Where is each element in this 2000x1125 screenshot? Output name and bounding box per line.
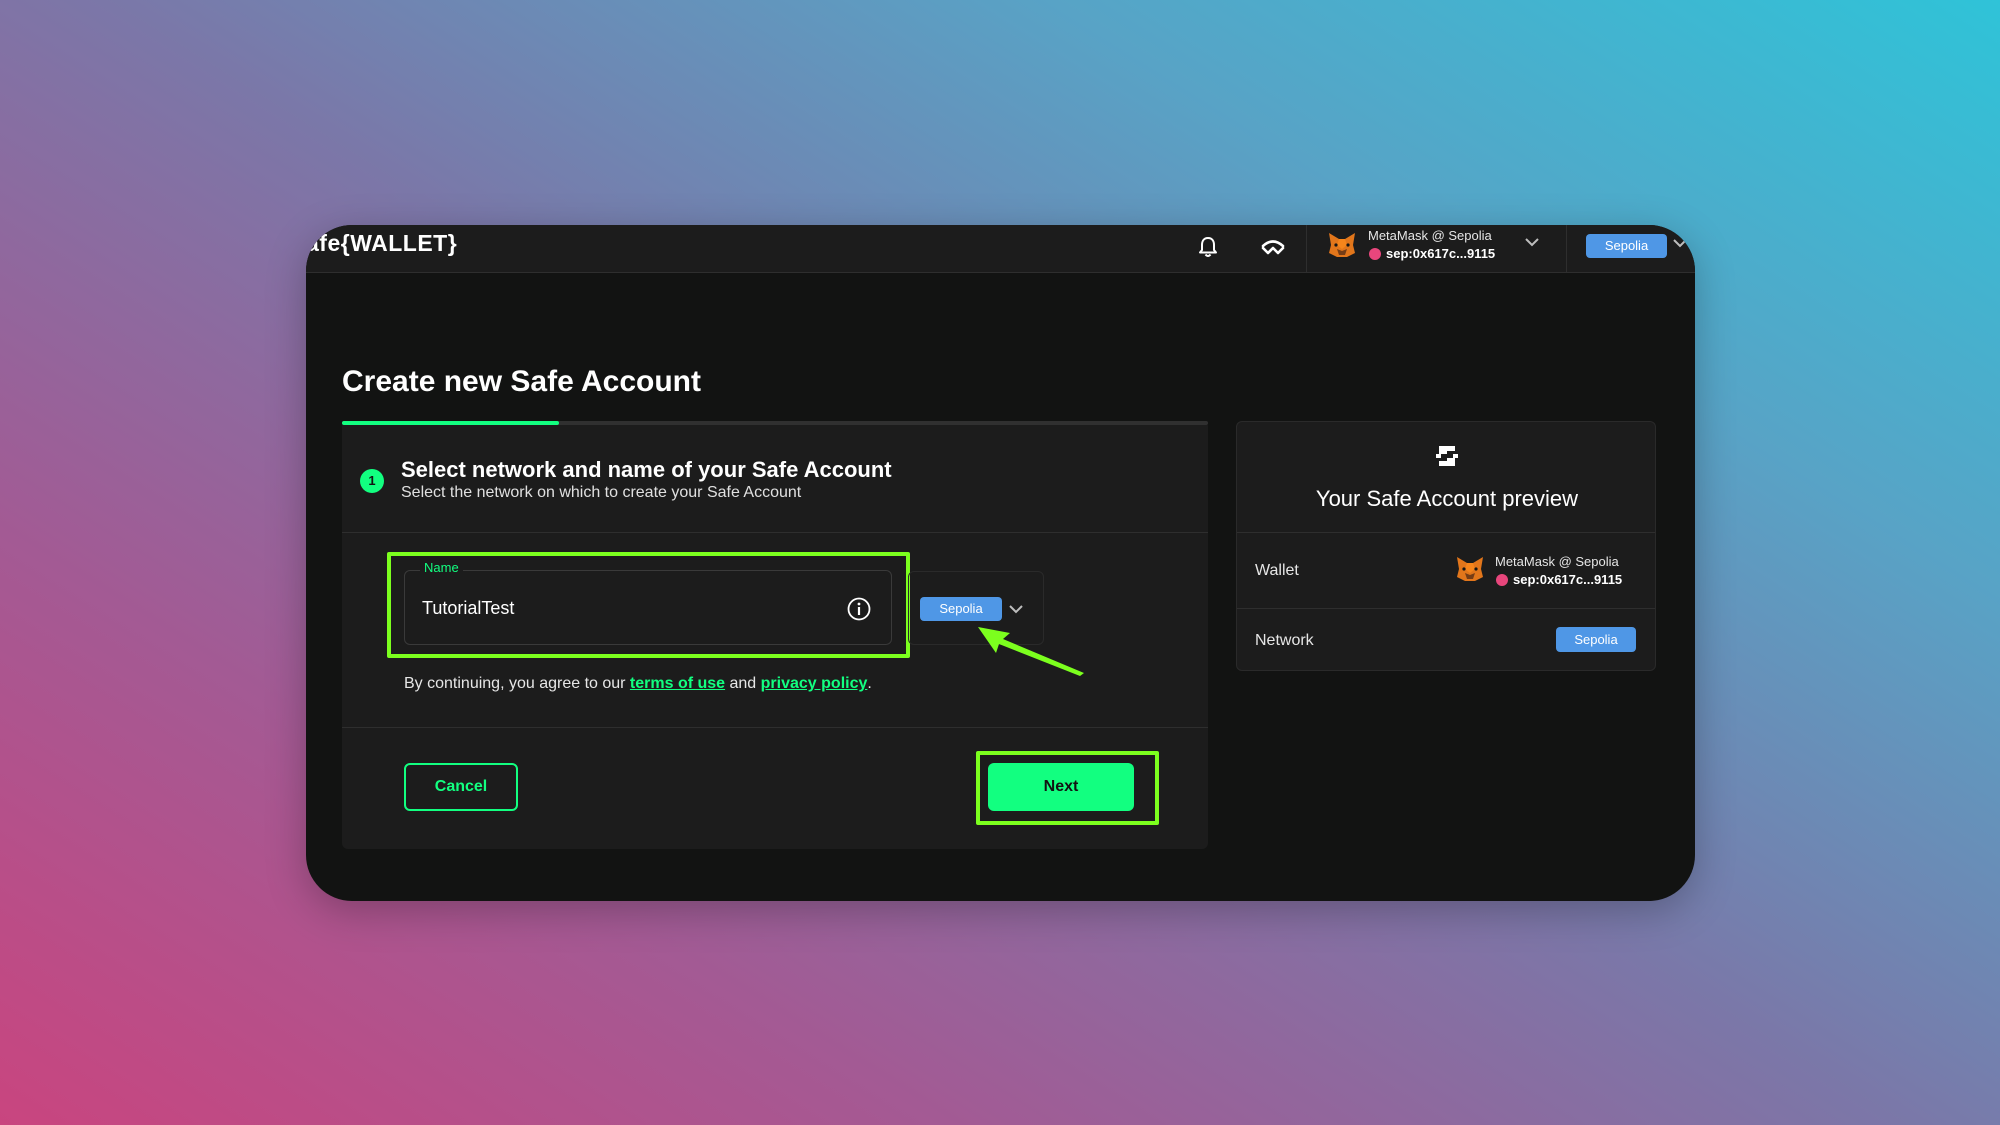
page-title: Create new Safe Account bbox=[342, 365, 701, 398]
account-name: MetaMask @ Sepolia bbox=[1368, 228, 1492, 243]
preview-title: Your Safe Account preview bbox=[1315, 486, 1579, 511]
network-selector-chip[interactable]: Sepolia bbox=[1586, 234, 1667, 258]
preview-wallet-identicon bbox=[1496, 574, 1508, 586]
terms-of-use-link[interactable]: terms of use bbox=[630, 675, 725, 692]
step-title: Select network and name of your Safe Acc… bbox=[401, 457, 892, 482]
name-field-label: Name bbox=[420, 560, 463, 575]
preview-wallet-address: sep:0x617c...9115 bbox=[1513, 572, 1623, 587]
app-window: afe{WALLET} MetaMask @ Sepolia sep:0x617… bbox=[306, 225, 1695, 901]
preview-network-chip: Sepolia bbox=[1556, 627, 1636, 652]
preview-wallet-name: MetaMask @ Sepolia bbox=[1495, 554, 1619, 569]
network-chevron-down-icon[interactable] bbox=[1672, 237, 1688, 249]
account-chevron-down-icon[interactable] bbox=[1524, 236, 1540, 248]
account-identicon bbox=[1369, 248, 1381, 260]
cancel-button[interactable]: Cancel bbox=[404, 763, 518, 811]
notifications-bell-icon[interactable] bbox=[1194, 233, 1222, 261]
network-select-chevron-down-icon[interactable] bbox=[1008, 603, 1024, 615]
annotation-arrow-icon bbox=[978, 627, 1084, 676]
account-address: sep:0x617c...9115 bbox=[1386, 246, 1496, 261]
create-safe-card: 1 Select network and name of your Safe A… bbox=[342, 421, 1208, 849]
safe-logo-icon bbox=[1436, 446, 1458, 466]
topbar-divider bbox=[1566, 225, 1567, 273]
terms-agreement-text: By continuing, you agree to our terms of… bbox=[404, 675, 872, 692]
topbar-divider bbox=[1306, 225, 1307, 273]
preview-network-label: Network bbox=[1255, 632, 1314, 649]
info-icon[interactable] bbox=[846, 596, 872, 622]
progress-fill bbox=[342, 421, 559, 425]
preview-divider bbox=[1237, 608, 1655, 609]
safe-wallet-logo[interactable]: afe{WALLET} bbox=[306, 230, 457, 257]
privacy-policy-link[interactable]: privacy policy bbox=[761, 675, 868, 692]
preview-divider bbox=[1237, 532, 1655, 533]
network-select-chip[interactable]: Sepolia bbox=[920, 597, 1002, 621]
section-divider bbox=[342, 532, 1208, 533]
preview-wallet-label: Wallet bbox=[1255, 562, 1299, 579]
next-button[interactable]: Next bbox=[988, 763, 1134, 811]
safe-account-preview-card: Your Safe Account preview Wallet MetaMas… bbox=[1236, 421, 1656, 671]
name-input[interactable] bbox=[422, 595, 822, 621]
walletconnect-icon[interactable] bbox=[1258, 233, 1288, 261]
metamask-fox-icon bbox=[1457, 557, 1483, 581]
progress-bar bbox=[342, 421, 1208, 425]
step-number-badge: 1 bbox=[360, 469, 384, 493]
step-subtitle: Select the network on which to create yo… bbox=[401, 484, 802, 501]
footer-divider bbox=[342, 727, 1208, 728]
metamask-fox-icon bbox=[1329, 233, 1355, 257]
top-bar: afe{WALLET} MetaMask @ Sepolia sep:0x617… bbox=[306, 225, 1695, 273]
